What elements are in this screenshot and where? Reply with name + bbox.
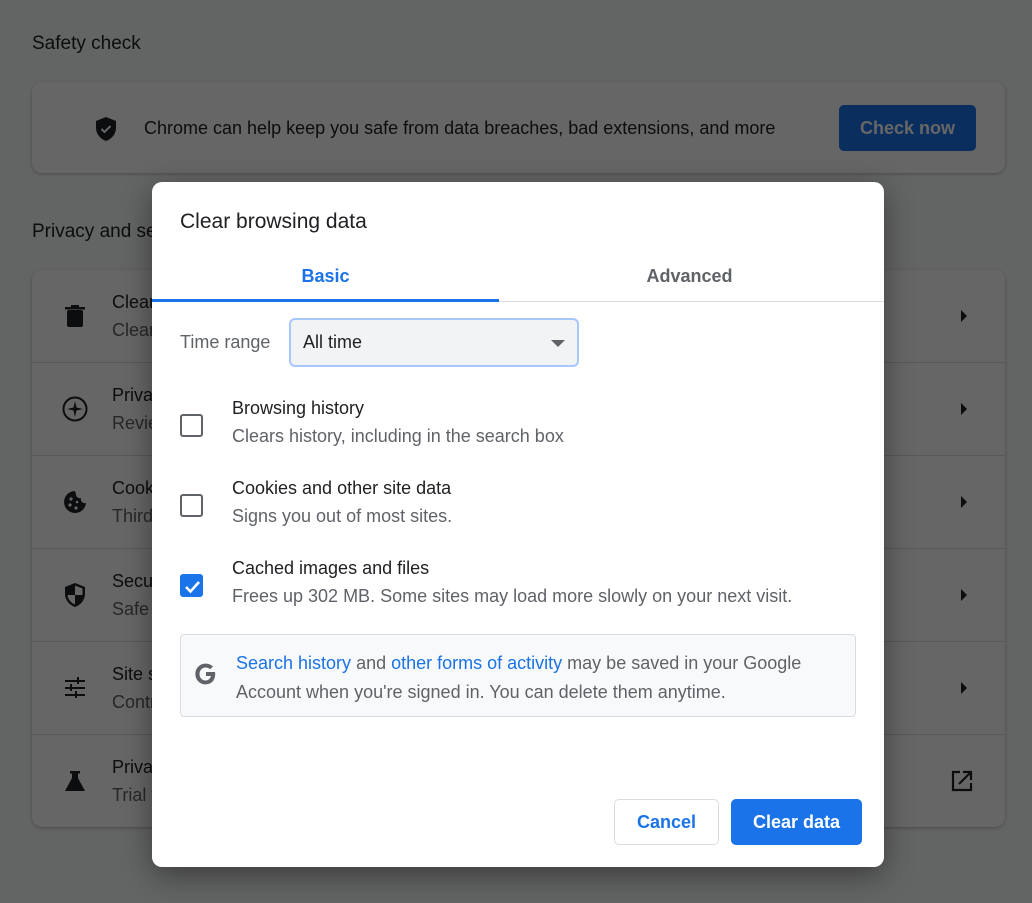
tab-advanced[interactable]: Advanced xyxy=(516,252,863,301)
option-subtitle: Clears history, including in the search … xyxy=(232,426,564,446)
time-range-label: Time range xyxy=(180,332,271,352)
info-message: Search history and other forms of activi… xyxy=(236,649,846,707)
clear-browsing-data-dialog: Clear browsing data Basic Advanced Time … xyxy=(152,182,884,867)
dropdown-caret-icon xyxy=(551,340,565,347)
google-g-icon xyxy=(195,663,216,685)
info-text: and xyxy=(351,653,392,673)
option-title: Browsing history xyxy=(232,398,365,418)
option-subtitle: Signs you out of most sites. xyxy=(232,506,453,526)
cookies-checkbox[interactable] xyxy=(180,494,203,517)
option-browsing-history: Browsing history Clears history, includi… xyxy=(152,398,884,468)
checkmark-icon xyxy=(185,581,200,594)
search-history-link[interactable]: Search history xyxy=(236,653,351,673)
dialog-title: Clear browsing data xyxy=(180,210,367,233)
option-cached-images: Cached images and files Frees up 302 MB.… xyxy=(152,558,884,628)
other-activity-link[interactable]: other forms of activity xyxy=(391,653,562,673)
google-account-info-box: Search history and other forms of activi… xyxy=(180,634,856,717)
option-title: Cached images and files xyxy=(232,558,430,578)
tab-basic[interactable]: Basic xyxy=(152,252,499,302)
cancel-button[interactable]: Cancel xyxy=(614,799,719,845)
option-title: Cookies and other site data xyxy=(232,478,452,498)
time-range-select[interactable]: All time xyxy=(289,318,579,367)
clear-data-button[interactable]: Clear data xyxy=(731,799,862,845)
tab-bar: Basic Advanced xyxy=(152,252,884,302)
time-range-value: All time xyxy=(303,332,363,352)
cached-images-checkbox[interactable] xyxy=(180,574,203,597)
option-subtitle: Frees up 302 MB. Some sites may load mor… xyxy=(232,586,793,606)
option-cookies: Cookies and other site data Signs you ou… xyxy=(152,478,884,548)
browsing-history-checkbox[interactable] xyxy=(180,414,203,437)
